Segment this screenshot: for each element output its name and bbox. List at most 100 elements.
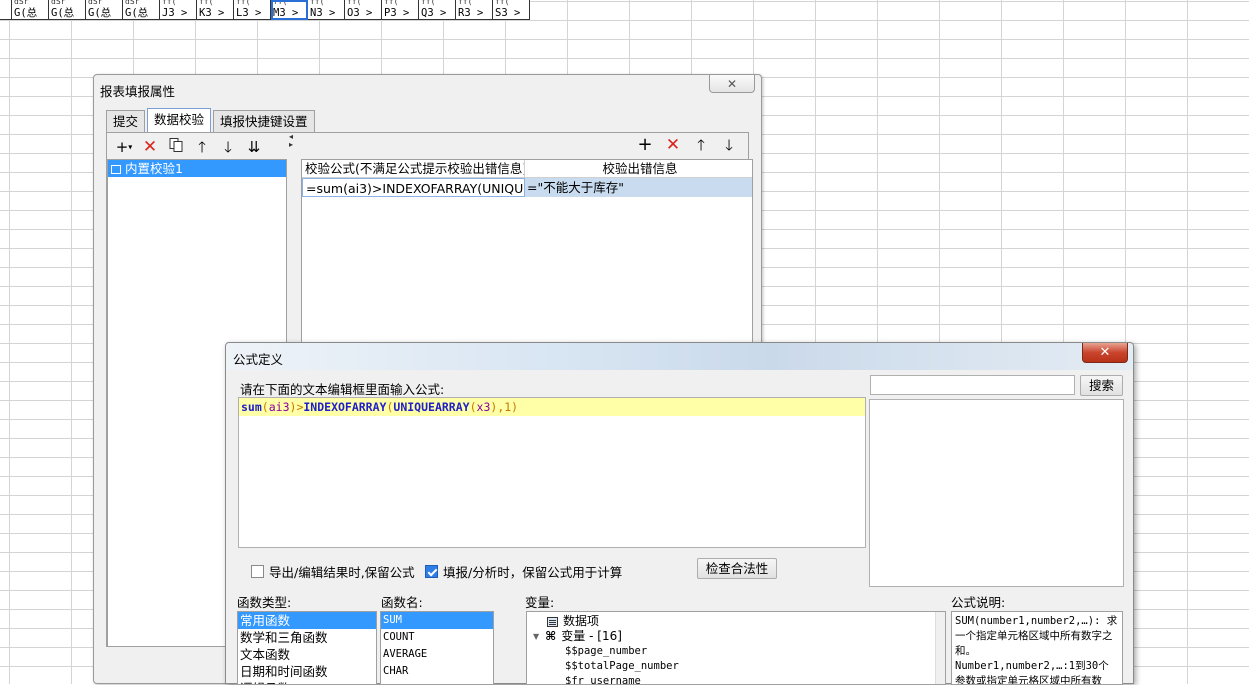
add-icon[interactable]: + [634, 135, 656, 155]
spreadsheet-cell[interactable]: ff(K3 > [197, 0, 234, 20]
formula-token: ( [469, 400, 477, 414]
spreadsheet-cell[interactable] [0, 0, 12, 20]
tree-item-label: $$totalPage_number [565, 660, 679, 672]
list-item[interactable]: 文本函数 [238, 646, 376, 663]
export-keep-formula-checkbox[interactable]: 导出/编辑结果时,保留公式 [251, 562, 415, 581]
fill-keep-formula-checkbox[interactable]: 填报/分析时，保留公式用于计算 [425, 562, 622, 581]
tree-item-label: 变量 - [16] [561, 629, 622, 643]
add-dropdown-icon[interactable]: +▾ [113, 137, 135, 157]
cell-text: O3 > [347, 7, 373, 19]
list-item[interactable]: SUM [381, 612, 493, 629]
list-item[interactable]: 日期和时间函数 [238, 663, 376, 680]
title-bar[interactable] [226, 343, 1133, 370]
cell-top-text [2, 0, 11, 8]
formula-token: UNIQUEARRAY [393, 400, 470, 414]
validation-item-icon [111, 165, 121, 174]
formula-token: x3 [476, 400, 491, 414]
spreadsheet-cell[interactable]: dSr G(总 [123, 0, 160, 20]
variable-items: $$page_number $$totalPage_number $fr_usern… [527, 644, 945, 685]
formula-cell[interactable]: =sum(ai3)>INDEXOFARRAY(UNIQUEARRAY(x3),1… [302, 178, 526, 197]
spreadsheet-cell[interactable]: ff(P3 > [382, 0, 419, 20]
scrollbar[interactable] [935, 612, 945, 684]
tab-submit[interactable]: 提交 [106, 110, 146, 132]
spreadsheet-cell[interactable]: ff(O3 > [345, 0, 382, 20]
spreadsheet-cell[interactable]: ff(R3 > [456, 0, 493, 20]
list-item[interactable]: 逻辑函数 [238, 680, 376, 684]
formula-editor[interactable]: sum(ai3)>INDEXOFARRAY(UNIQUEARRAY(x3),1) [238, 397, 866, 548]
column-header-message: 校验出错信息 [602, 161, 678, 176]
delete-icon[interactable]: ✕ [139, 137, 161, 157]
table-header: 校验公式(不满足公式提示校验出错信息) 校验出错信息 [302, 160, 752, 178]
spreadsheet-cell-row[interactable]: dSr G(总 dSr G(总 dSr G(总 dSr G(总 ff(J3 > ff(K3 > ff… [0, 0, 530, 20]
tree-item-variable[interactable]: $fr_username [527, 674, 945, 685]
spreadsheet-cell[interactable]: ff(M3 > [271, 0, 308, 20]
formula-token: ,1) [497, 400, 519, 414]
function-name-list: SUM COUNT AVERAGE CHAR [380, 611, 494, 685]
spreadsheet-cell[interactable]: ff(L3 > [234, 0, 271, 20]
variable-group-icon: ⌘ [545, 629, 557, 643]
list-item[interactable]: 数学和三角函数 [238, 629, 376, 646]
cell-text: M3 > [273, 7, 299, 19]
tree-item-label: $$page_number [565, 645, 648, 657]
variable-label: 变量: [525, 595, 555, 610]
formula-toolbar: + ✕ 🡑 🡓 [634, 135, 740, 156]
list-item[interactable]: AVERAGE [381, 646, 493, 663]
search-button[interactable]: 搜索 [1080, 375, 1123, 396]
formula-prompt: 请在下面的文本编辑框里面输入公式: [240, 382, 445, 397]
spreadsheet-cell[interactable]: ff(J3 > [160, 0, 197, 20]
cell-text: S3 > [495, 7, 521, 19]
spreadsheet-cell[interactable]: dSr G(总 [49, 0, 86, 20]
formula-token: INDEXOFARRAY [303, 400, 387, 414]
spreadsheet-cell[interactable]: dSr G(总 [12, 0, 49, 20]
delete-icon[interactable]: ✕ [662, 135, 684, 155]
data-item-icon [547, 616, 558, 627]
checkbox-box [425, 565, 438, 578]
tree-item-label: $fr_username [565, 675, 641, 685]
close-button[interactable]: ✕ [1082, 343, 1128, 363]
cell-text: L3 > [236, 7, 262, 19]
function-name-label: 函数名: [381, 595, 423, 610]
list-item[interactable]: 内置校验1 [108, 160, 286, 177]
move-down-icon[interactable]: 🡓 [217, 137, 239, 157]
close-button[interactable]: ✕ [709, 75, 755, 93]
spreadsheet-cell[interactable]: ff(N3 > [308, 0, 345, 20]
function-type-label: 函数类型: [237, 595, 292, 610]
formula-token: ai3 [268, 400, 290, 414]
cell-text: K3 > [199, 7, 225, 19]
tree-item-label: 数据项 [563, 614, 600, 628]
cell-text: R3 > [458, 7, 484, 19]
dialog-title: 公式定义 [233, 352, 284, 367]
spreadsheet-cell[interactable]: ff(Q3 > [419, 0, 456, 20]
tab-data-validation[interactable]: 数据校验 [147, 108, 212, 132]
tree-item-variable[interactable]: $$page_number [527, 644, 945, 659]
formula-description-label: 公式说明: [951, 595, 1006, 610]
cell-text: G(总 [88, 7, 112, 19]
list-item[interactable]: COUNT [381, 629, 493, 646]
cell-text: G(总 [51, 7, 75, 19]
list-item[interactable]: 常用函数 [238, 612, 376, 629]
formula-line[interactable]: sum(ai3)>INDEXOFARRAY(UNIQUEARRAY(x3),1) [239, 398, 865, 416]
collapse-arrow-icon: ▼ [533, 632, 540, 641]
move-up-icon[interactable]: 🡑 [191, 137, 213, 157]
cell-text: N3 > [310, 7, 336, 19]
spreadsheet-cell[interactable]: dSr G(总 [86, 0, 123, 20]
table-row[interactable]: =sum(ai3)>INDEXOFARRAY(UNIQUEARRAY(x3),1… [302, 178, 752, 197]
move-bottom-icon[interactable]: ⇊ [243, 137, 265, 157]
formula-description-text: SUM(number1,number2,…): 求一个指定单元格区域中所有数字之… [952, 612, 1122, 684]
check-validity-button[interactable]: 检查合法性 [697, 558, 777, 579]
tree-item-variable[interactable]: $$totalPage_number [527, 659, 945, 674]
formula-description-panel: SUM(number1,number2,…): 求一个指定单元格区域中所有数字之… [951, 611, 1123, 685]
move-up-icon[interactable]: 🡑 [690, 135, 712, 155]
move-down-icon[interactable]: 🡓 [718, 135, 740, 155]
copy-icon[interactable] [165, 137, 187, 157]
tree-item-data[interactable]: 数据项 [527, 614, 945, 629]
validation-toolbar: +▾ ✕ 🡑 🡓 ⇊ [113, 137, 265, 157]
checkbox-label: 填报/分析时，保留公式用于计算 [443, 565, 623, 580]
tree-item-variables[interactable]: ▼ ⌘ 变量 - [16] [527, 629, 945, 644]
tab-shortcut-settings[interactable]: 填报快捷键设置 [213, 110, 315, 132]
message-cell[interactable]: ="不能大于库存" [525, 178, 752, 197]
function-type-list: 常用函数数学和三角函数文本函数日期和时间函数逻辑函数 [237, 611, 377, 685]
spreadsheet-cell[interactable]: ff(S3 > [493, 0, 530, 20]
list-item[interactable]: CHAR [381, 663, 493, 680]
search-input[interactable] [870, 375, 1075, 395]
